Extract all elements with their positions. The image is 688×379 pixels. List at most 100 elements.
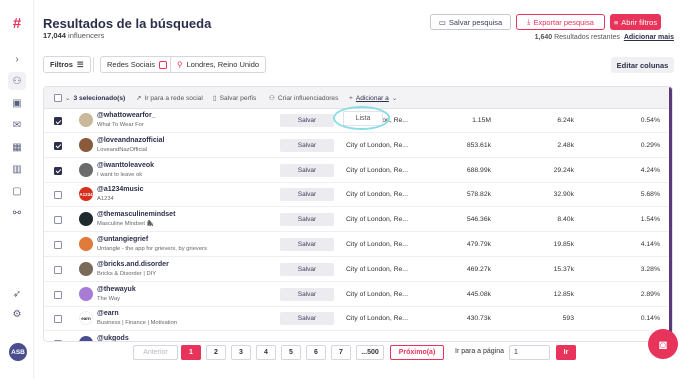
select-all-dropdown[interactable]: ⌄ 3 selecionado(s) (54, 94, 125, 102)
influencer-bio: Business | Finance | Motivation (97, 320, 178, 327)
social-networks-chip[interactable]: Redes Sociais (100, 56, 174, 73)
followers-cell: 430.73k (466, 315, 491, 323)
network-icon[interactable]: ⚯ (8, 204, 26, 222)
row-checkbox[interactable] (54, 166, 62, 175)
row-checkbox[interactable] (54, 340, 62, 341)
table-row[interactable]: @loveandnazofficial LoveandNazOfficial Sal… (44, 134, 672, 158)
mail-icon[interactable]: ✉ (8, 116, 26, 134)
logo-icon[interactable]: # (8, 14, 26, 32)
user-avatar[interactable]: ASB (9, 343, 27, 361)
remaining-count: 1,640 (534, 34, 553, 41)
influencer-handle[interactable]: @earn (97, 310, 119, 317)
table-row[interactable]: @bricks.and.disorder Bricks & Disorder | … (44, 258, 672, 282)
engagement-rate-cell: 2.89% (640, 290, 660, 298)
row-checkbox[interactable] (54, 265, 62, 274)
influencer-handle[interactable]: @a1234music (97, 186, 144, 193)
avatar[interactable] (79, 286, 93, 301)
avatar[interactable]: earn (79, 311, 93, 326)
save-button[interactable]: Salvar (280, 312, 334, 326)
save-button[interactable]: Salvar (280, 188, 334, 202)
page-button[interactable]: ...500 (356, 345, 384, 360)
analytics-icon[interactable]: ▥ (8, 160, 26, 178)
followers-cell: 445.08k (466, 290, 491, 298)
go-to-network-label: Ir para a rede social (144, 94, 203, 102)
save-search-button[interactable]: ▭ Salvar pesquisa (430, 14, 511, 30)
page-button[interactable]: 5 (281, 345, 301, 360)
next-page-button[interactable]: Próximo(a) (390, 345, 444, 360)
influencer-bio: Masculine Mindset 🦍 (97, 221, 154, 228)
page-button[interactable]: 6 (306, 345, 326, 360)
save-button[interactable]: Salvar (280, 138, 334, 152)
table-row[interactable]: earn @earn Business | Finance | Motivation… (44, 307, 672, 332)
avatar[interactable] (79, 336, 93, 341)
page-button[interactable]: 4 (256, 345, 276, 360)
goto-page-input[interactable]: 1 (509, 345, 550, 360)
campaign-icon[interactable]: ▢ (8, 182, 26, 200)
engagements-cell: 12.85k (553, 290, 574, 298)
table-row[interactable]: A1234 @a1234music A1234 Salvar City of Londo… (44, 183, 672, 208)
row-checkbox[interactable] (54, 216, 62, 225)
influencer-handle[interactable]: @ukgods (97, 335, 129, 341)
influencer-handle[interactable]: @loveandnazofficial (97, 137, 165, 144)
add-to-dropdown[interactable]: + Adicionar a ⌄ (349, 94, 397, 103)
export-search-button[interactable]: ⤓ Exportar pesquisa (516, 14, 605, 30)
avatar[interactable] (79, 162, 93, 177)
row-checkbox[interactable] (54, 315, 62, 324)
influencer-handle[interactable]: @whattowearfor_ (97, 112, 156, 119)
select-all-checkbox[interactable] (54, 94, 62, 102)
edit-columns-button[interactable]: Editar colunas (611, 57, 674, 73)
influencer-handle[interactable]: @themasculinemindset (97, 211, 175, 218)
settings-icon[interactable]: ⚙ (8, 305, 26, 323)
table-row[interactable]: @iwanttoleaveok I want to leave ok Salvar C… (44, 159, 672, 183)
table-row[interactable]: @thewayuk The Way Salvar City of London, Re… (44, 283, 672, 307)
row-checkbox[interactable] (54, 290, 62, 299)
save-profiles-action[interactable]: ▯ Salvar perfis (213, 94, 256, 103)
prev-page-button[interactable]: Anterior (133, 345, 178, 360)
filters-toggle[interactable]: Filtros ☰ (43, 56, 91, 73)
add-more-link[interactable]: Adicionar mais (624, 34, 674, 41)
create-influencers-action[interactable]: ⚇ Criar influenciadores (269, 94, 338, 103)
location-cell: City of London, Re... (346, 216, 408, 224)
go-to-network-action[interactable]: ↗ Ir para a rede social (136, 94, 203, 103)
filters-toggle-label: Filtros (50, 60, 73, 69)
influencers-icon[interactable]: ⚇ (8, 72, 26, 90)
scrollbar[interactable] (669, 87, 672, 341)
row-checkbox[interactable] (54, 241, 62, 249)
page-button[interactable]: 2 (206, 345, 226, 360)
avatar[interactable]: A1234 (79, 187, 93, 202)
influencer-bio: The Way (97, 295, 120, 302)
save-button[interactable]: Salvar (280, 114, 334, 127)
contacts-icon[interactable]: ▣ (8, 94, 26, 112)
influencer-handle[interactable]: @untangiegrief (97, 236, 148, 243)
open-filters-button[interactable]: ≡ Abrir filtros (610, 14, 661, 30)
location-chip[interactable]: ⚲ Londres, Reino Unido (170, 56, 267, 73)
avatar[interactable] (79, 261, 93, 276)
save-button[interactable]: Salvar (280, 262, 334, 276)
table-row[interactable]: @themasculinemindset Masculine Mindset 🦍 S… (44, 208, 672, 233)
chevron-right-icon[interactable]: › (8, 50, 26, 68)
save-button[interactable]: Salvar (280, 238, 334, 251)
engagement-rate-cell: 0.29% (640, 141, 660, 149)
influencer-handle[interactable]: @thewayuk (97, 286, 136, 293)
avatar[interactable] (79, 113, 93, 127)
influencer-handle[interactable]: @bricks.and.disorder (97, 261, 169, 268)
page-button[interactable]: 3 (231, 345, 251, 360)
row-checkbox[interactable] (54, 117, 62, 125)
calendar-icon[interactable]: ▦ (8, 138, 26, 156)
rocket-icon[interactable]: ➶ (8, 285, 26, 303)
save-button[interactable]: Salvar (280, 287, 334, 301)
save-button[interactable]: Salvar (280, 213, 334, 227)
influencer-handle[interactable]: @iwanttoleaveok (97, 162, 154, 169)
save-button[interactable]: Salvar (280, 163, 334, 177)
avatar[interactable] (79, 212, 93, 227)
table-row[interactable]: @untangiegrief Untangle - the app for gri… (44, 233, 672, 257)
avatar[interactable] (79, 137, 93, 152)
table-row[interactable]: @ukgods (44, 332, 672, 341)
help-chat-button[interactable]: ◙ (648, 329, 678, 359)
go-button[interactable]: Ir (556, 345, 576, 360)
row-checkbox[interactable] (54, 141, 62, 150)
page-button[interactable]: 1 (181, 345, 201, 360)
row-checkbox[interactable] (54, 191, 62, 200)
page-button[interactable]: 7 (331, 345, 351, 360)
avatar[interactable] (79, 237, 93, 251)
